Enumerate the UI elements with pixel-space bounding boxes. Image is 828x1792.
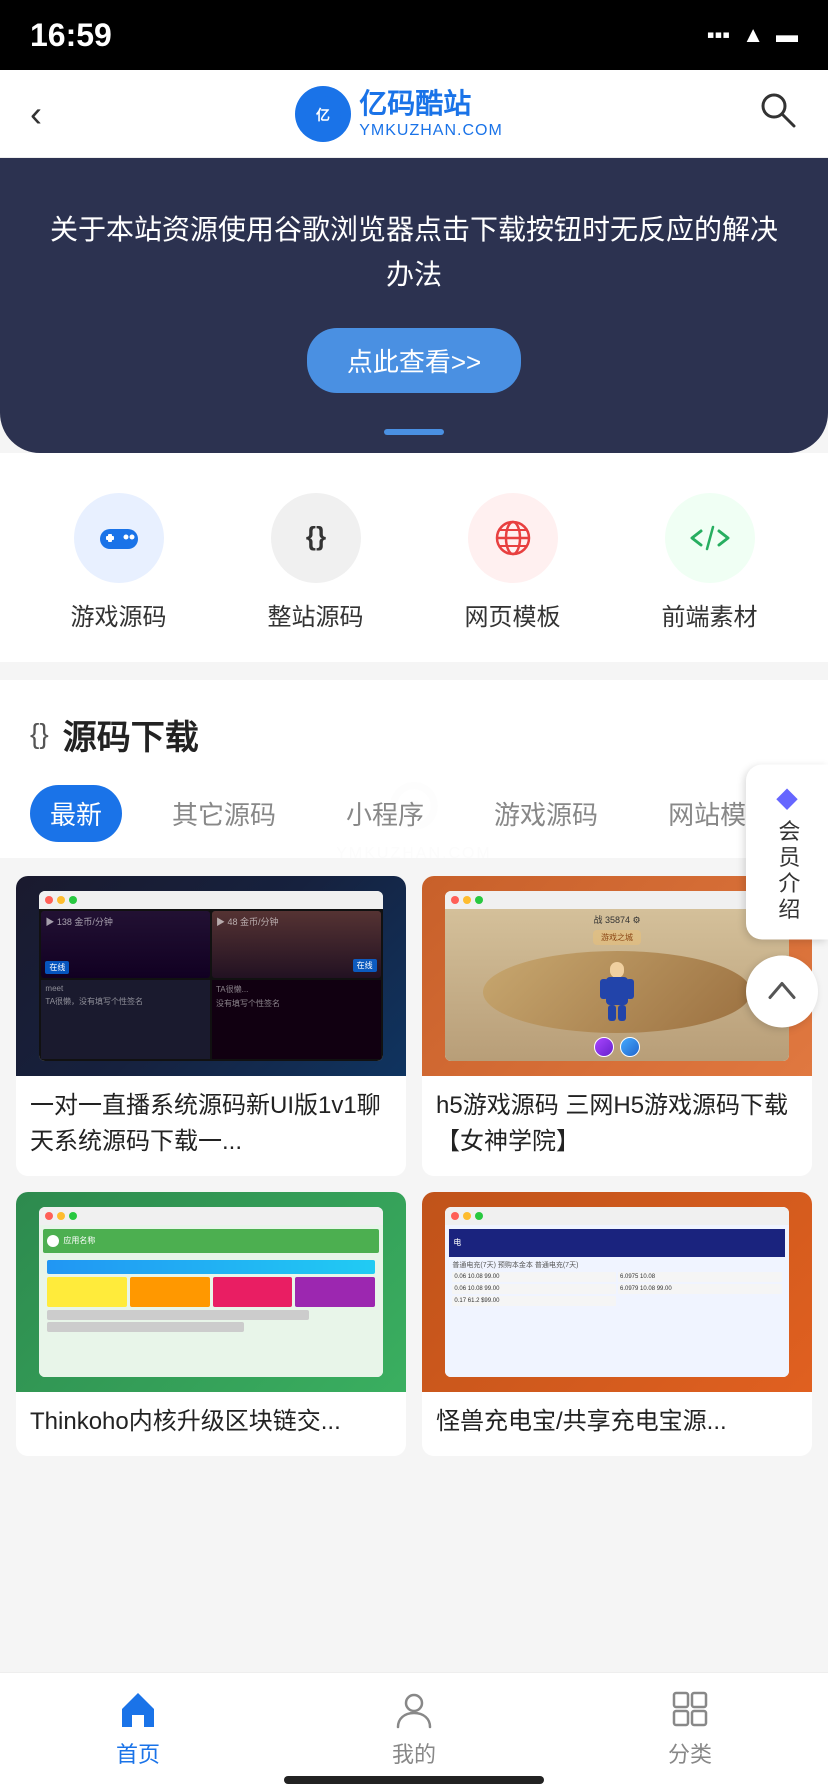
svg-text:{}: {} [305,521,325,551]
back-button[interactable]: ‹ [30,93,42,135]
card-2-title: h5游戏源码 三网H5游戏源码下载 【女神学院】 [436,1088,798,1160]
web-icon [468,493,558,583]
card-1-thumb: ▶ 138 金币/分钟 在线 ▶ 48 金币/分钟 在线 meet TA很懒，没… [16,876,406,1076]
card-4[interactable]: 电 普通电充(7天) 预购本金本 普通电充(7天) 0.06 10.08 99.… [422,1192,812,1456]
signal-icon: ▪▪▪ [707,22,730,48]
header: ‹ 亿 亿码酷站 YMKUZHAN.COM [0,70,828,158]
card-2-info: h5游戏源码 三网H5游戏源码下载 【女神学院】 [422,1076,812,1176]
banner-text: 关于本站资源使用谷歌浏览器点击下载按钮时无反应的解决办法 [40,208,788,298]
nav-profile[interactable]: 我的 [276,1687,552,1769]
card-2-screenshot: 战 35874 ⚙ 游戏之城 [445,891,788,1061]
status-icons: ▪▪▪ ▲ ▬ [707,22,798,48]
card-3-thumb: 应用名称 [16,1192,406,1392]
svg-text:亿: 亿 [316,107,330,123]
nav-profile-label: 我的 [392,1737,436,1769]
tabs: 最新 其它源码 小程序 游戏源码 网站模板 [0,769,828,858]
section-header: {} 源码下载 [0,680,828,769]
card-4-title: 怪兽充电宝/共享充电宝源... [436,1404,798,1440]
bottom-nav: 首页 我的 分类 [0,1672,828,1792]
frontend-label: 前端素材 [662,597,758,632]
home-indicator [284,1776,544,1784]
card-1-screenshot: ▶ 138 金币/分钟 在线 ▶ 48 金币/分钟 在线 meet TA很懒，没… [39,891,382,1061]
tabs-watermark-container: 最新 其它源码 小程序 游戏源码 网站模板 ⊙ YMKUZHAN.COM [0,769,828,858]
card-4-thumb: 电 普通电充(7天) 预购本金本 普通电充(7天) 0.06 10.08 99.… [422,1192,812,1392]
vip-button[interactable]: ◆ 会员介绍 [746,765,828,940]
category-full[interactable]: {} 整站源码 [268,493,364,632]
banner: 关于本站资源使用谷歌浏览器点击下载按钮时无反应的解决办法 点此查看>> [0,158,828,453]
category-web[interactable]: 网页模板 [465,493,561,632]
tab-other[interactable]: 其它源码 [152,785,296,842]
web-label: 网页模板 [465,597,561,632]
game-label: 游戏源码 [71,597,167,632]
tab-miniapp[interactable]: 小程序 [326,785,444,842]
card-3-title: Thinkoho内核升级区块链交... [30,1404,392,1440]
card-3-info: Thinkoho内核升级区块链交... [16,1392,406,1456]
section-icon: {} [30,718,49,750]
nav-category[interactable]: 分类 [552,1687,828,1769]
card-4-screenshot: 电 普通电充(7天) 预购本金本 普通电充(7天) 0.06 10.08 99.… [445,1207,788,1377]
logo-text: 亿码酷站 YMKUZHAN.COM [359,87,503,140]
banner-indicator [384,429,444,435]
full-icon: {} [271,493,361,583]
wifi-icon: ▲ [742,22,764,48]
battery-icon: ▬ [776,22,798,48]
categories: 游戏源码 {} 整站源码 网页模板 [0,453,828,662]
logo-sub-text: YMKUZHAN.COM [359,121,503,140]
card-grid: ▶ 138 金币/分钟 在线 ▶ 48 金币/分钟 在线 meet TA很懒，没… [0,858,828,1474]
full-label: 整站源码 [268,597,364,632]
tab-latest[interactable]: 最新 [30,785,122,842]
nav-home[interactable]: 首页 [0,1687,276,1769]
game-icon [74,493,164,583]
nav-home-label: 首页 [116,1737,160,1769]
search-button[interactable] [756,88,798,140]
frontend-icon [665,493,755,583]
category-frontend[interactable]: 前端素材 [662,493,758,632]
category-game[interactable]: 游戏源码 [71,493,167,632]
logo-icon: 亿 [295,86,351,142]
logo: 亿 亿码酷站 YMKUZHAN.COM [295,86,503,142]
banner-button[interactable]: 点此查看>> [307,328,521,393]
status-time: 16:59 [30,17,112,54]
scroll-top-button[interactable] [746,956,818,1028]
floating-buttons: ◆ 会员介绍 [746,765,828,1028]
vip-text: 会员介绍 [772,820,803,924]
card-1[interactable]: ▶ 138 金币/分钟 在线 ▶ 48 金币/分钟 在线 meet TA很懒，没… [16,876,406,1176]
tab-game[interactable]: 游戏源码 [474,785,618,842]
section-title: 源码下载 [63,710,199,759]
vip-icon: ◆ [776,781,798,814]
card-1-info: 一对一直播系统源码新UI版1v1聊天系统源码下载一... [16,1076,406,1176]
nav-category-label: 分类 [668,1737,712,1769]
card-3[interactable]: 应用名称 [16,1192,406,1456]
logo-main-text: 亿码酷站 [359,87,503,121]
status-bar: 16:59 ▪▪▪ ▲ ▬ [0,0,828,70]
card-3-screenshot: 应用名称 [39,1207,382,1377]
card-1-title: 一对一直播系统源码新UI版1v1聊天系统源码下载一... [30,1088,392,1160]
card-4-info: 怪兽充电宝/共享充电宝源... [422,1392,812,1456]
